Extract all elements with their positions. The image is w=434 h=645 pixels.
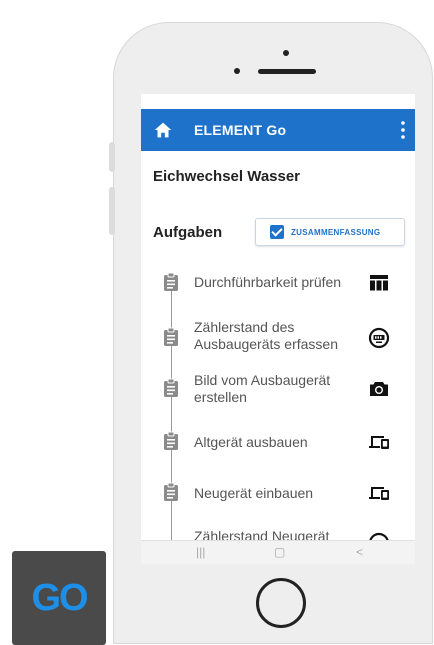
home-icon[interactable] [152,119,174,141]
clipboard-icon [164,431,178,450]
task-label: Zählerstand des Ausbaugeräts erfassen [194,319,338,352]
clipboard-icon [164,378,178,397]
summary-button-label: ZUSAMMENFASSUNG [291,227,381,237]
app-bar: ELEMENT Go [141,109,415,151]
task-label: Neugerät einbauen [194,485,314,501]
speaker-grille [258,69,316,74]
home-nav-button[interactable]: ▢ [274,545,285,559]
summary-button[interactable]: ZUSAMMENFASSUNG [255,218,405,246]
phone-home-button[interactable] [256,578,306,628]
more-vert-icon[interactable] [401,121,405,139]
page-title: Eichwechsel Wasser [153,168,301,185]
checkbox-icon [270,225,284,239]
app-logo: GO [12,551,106,645]
app-title: ELEMENT Go [194,122,287,138]
task-label: Bild vom Ausbaugerät erstellen [194,372,331,405]
clipboard-icon [164,482,178,501]
logo-text: GO [31,576,88,619]
timeline-line [171,279,172,564]
android-nav-bar: ||| ▢ < [141,540,415,564]
meter-icon [368,327,390,349]
devices-icon [369,436,389,449]
phone-side-button [109,187,115,235]
clipboard-icon [164,327,178,346]
camera-icon [370,382,388,396]
task-label: Durchführbarkeit prüfen [194,274,342,290]
recents-nav-button[interactable]: ||| [196,545,205,559]
table-icon [370,275,388,291]
sensor-dot [283,50,289,56]
phone-side-button [109,142,115,172]
camera-icon [234,68,240,74]
back-nav-button[interactable]: < [356,545,363,559]
devices-icon [369,487,389,500]
section-title: Aufgaben [153,224,223,241]
clipboard-icon [164,272,178,291]
phone-screen: ELEMENT Go Eichwechsel Wasser Aufgaben Z… [141,94,415,564]
task-label: Altgerät ausbauen [194,434,308,450]
